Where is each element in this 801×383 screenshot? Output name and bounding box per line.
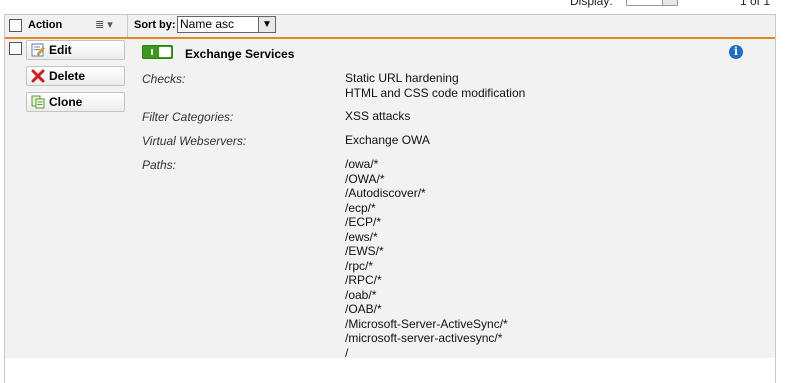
checks-label: Checks: bbox=[142, 72, 186, 86]
row-checkbox[interactable] bbox=[9, 42, 22, 55]
path-item: /Microsoft-Server-ActiveSync/* bbox=[345, 316, 508, 331]
paths-label: Paths: bbox=[142, 158, 177, 172]
path-item: /Autodiscover/* bbox=[345, 186, 426, 200]
toggle-knob bbox=[159, 47, 171, 57]
filter-categories-value: XSS attacks bbox=[345, 109, 411, 123]
list-panel: Action ≣ ▾ Sort by: Name asc ▼ Edit Dele… bbox=[4, 14, 776, 383]
path-item: /oab/* bbox=[345, 287, 377, 302]
pager-bar: Display: 100 1 of 1 bbox=[0, 0, 801, 8]
list-item: Edit Delete Clone Exchange Services i Ch… bbox=[5, 39, 775, 360]
sort-by-label: Sort by: bbox=[134, 19, 176, 31]
path-item: /ECP/* bbox=[345, 215, 382, 229]
enable-toggle[interactable] bbox=[142, 45, 173, 59]
info-icon[interactable]: i bbox=[729, 45, 743, 59]
checks-value: Static URL hardening HTML and CSS code m… bbox=[345, 71, 525, 100]
path-item: /EWS/* bbox=[345, 244, 384, 258]
clone-label: Clone bbox=[49, 95, 83, 109]
edit-label: Edit bbox=[49, 43, 72, 57]
edit-button[interactable]: Edit bbox=[26, 40, 125, 60]
check-item: Static URL hardening bbox=[345, 71, 459, 85]
page-info: 1 of 1 bbox=[740, 0, 771, 8]
chevron-down-icon[interactable]: ▼ bbox=[258, 17, 275, 32]
select-all-checkbox[interactable] bbox=[9, 19, 22, 32]
toggle-on-indicator bbox=[151, 49, 153, 55]
path-item: /microsoft-server-activesync/* bbox=[345, 331, 503, 345]
clone-button[interactable]: Clone bbox=[26, 92, 125, 112]
delete-icon bbox=[31, 69, 45, 83]
path-item: /RPC/* bbox=[345, 273, 382, 287]
check-item: HTML and CSS code modification bbox=[345, 85, 526, 100]
path-item: /ews/* bbox=[345, 229, 378, 244]
delete-label: Delete bbox=[49, 69, 86, 83]
path-item: /OAB/* bbox=[345, 302, 382, 316]
path-item: / bbox=[345, 345, 349, 360]
filter-categories-label: Filter Categories: bbox=[142, 110, 234, 124]
path-item: /owa/* bbox=[345, 157, 379, 171]
service-title: Exchange Services bbox=[185, 47, 295, 61]
display-select[interactable]: 100 bbox=[626, 0, 678, 6]
path-item: /OWA/* bbox=[345, 171, 385, 186]
virtual-webservers-label: Virtual Webservers: bbox=[142, 134, 247, 148]
virtual-webservers-value: Exchange OWA bbox=[345, 133, 430, 147]
list-header: Action ≣ ▾ Sort by: Name asc ▼ bbox=[5, 15, 775, 39]
chevron-down-icon[interactable] bbox=[662, 0, 677, 5]
path-item: /ecp/* bbox=[345, 200, 376, 215]
sort-by-select[interactable]: Name asc ▼ bbox=[177, 16, 276, 33]
paths-list: /owa/* /OWA/* /Autodiscover/* /ecp/* /EC… bbox=[345, 157, 508, 360]
display-label: Display: bbox=[570, 0, 613, 8]
clone-icon bbox=[31, 95, 45, 109]
path-item: /rpc/* bbox=[345, 258, 374, 273]
edit-icon bbox=[31, 43, 45, 57]
display-value: 100 bbox=[629, 0, 647, 3]
header-divider bbox=[127, 15, 128, 37]
action-column-label: Action bbox=[28, 19, 63, 31]
sort-by-value: Name asc bbox=[180, 17, 235, 31]
column-menu-icon[interactable]: ≣ ▾ bbox=[95, 18, 113, 31]
delete-button[interactable]: Delete bbox=[26, 66, 125, 86]
